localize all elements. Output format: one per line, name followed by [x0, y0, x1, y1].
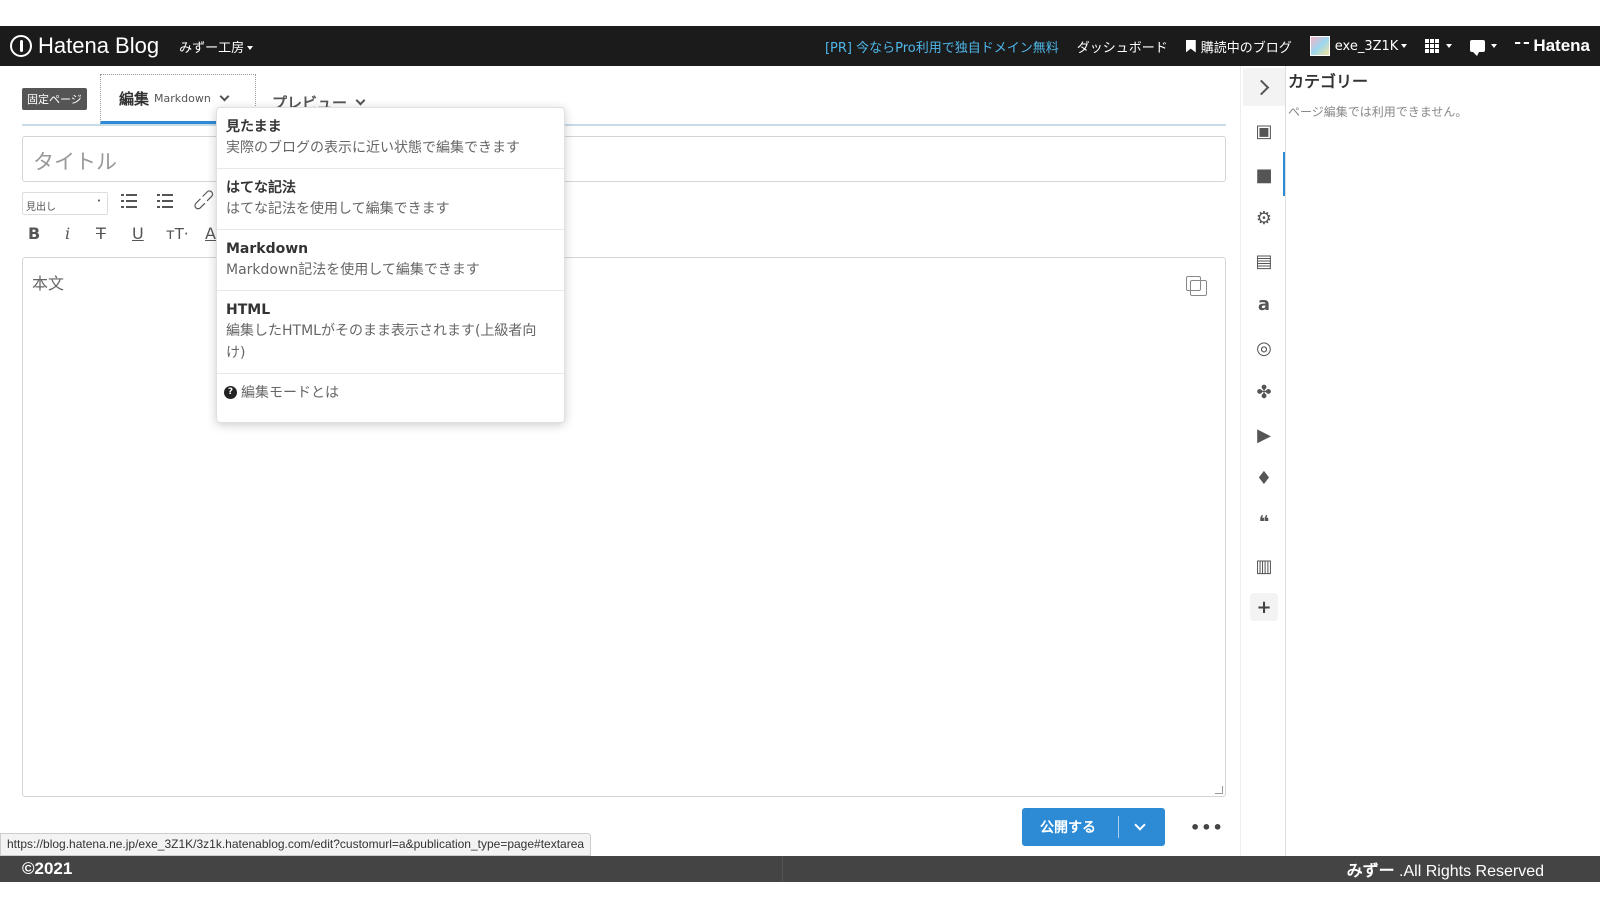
- option-desc: Markdown記法を使用して編集できます: [226, 262, 480, 278]
- twitter-icon[interactable]: ♦: [1253, 467, 1275, 489]
- option-desc: 実際のブログの表示に近い状態で編集できます: [226, 140, 520, 156]
- hatena-brand-link[interactable]: Hatena: [1515, 36, 1590, 56]
- caret-down-icon: [1446, 44, 1453, 48]
- publish-button[interactable]: 公開する: [1022, 808, 1165, 846]
- footer-rights: .All Rights Reserved: [1394, 863, 1544, 880]
- option-desc: 編集したHTMLがそのまま表示されます(上級者向け): [226, 323, 537, 361]
- grid-icon: [1425, 38, 1440, 54]
- side-panel-note: ページ編集では利用できません。: [1288, 105, 1468, 119]
- amazon-icon[interactable]: a: [1253, 293, 1275, 315]
- brand-label: Hatena: [1533, 36, 1590, 55]
- question-icon: ?: [224, 385, 237, 399]
- apps-menu[interactable]: [1425, 38, 1453, 54]
- strikethrough-icon[interactable]: T: [96, 224, 106, 243]
- pinwheel-icon[interactable]: ✤: [1253, 381, 1275, 403]
- editor-area: 固定ページ 編集 Markdown プレビュー タイトル 見出し ⊂⊃ B i …: [0, 66, 1240, 874]
- blog-switcher[interactable]: みずー工房: [179, 37, 254, 56]
- bold-icon[interactable]: B: [28, 224, 40, 243]
- quote-icon[interactable]: ❝: [1253, 511, 1275, 533]
- subscribed-blogs-label: 購読中のブログ: [1200, 40, 1292, 56]
- heading-select[interactable]: 見出し: [22, 192, 108, 215]
- footer-owner: みずー: [1346, 863, 1395, 880]
- page-type-badge: 固定ページ: [22, 88, 87, 110]
- user-menu[interactable]: exe_3Z1K: [1309, 36, 1408, 56]
- edit-mode-dropdown: 見たまま 実際のブログの表示に近い状態で編集できます はてな記法 はてな記法を使…: [216, 107, 565, 423]
- publish-label: 公開する: [1040, 820, 1096, 836]
- underline-icon[interactable]: U: [132, 224, 144, 243]
- youtube-icon[interactable]: ▶: [1253, 424, 1275, 446]
- plus-icon[interactable]: +: [1250, 593, 1278, 621]
- link-icon[interactable]: ⊂⊃: [187, 183, 219, 215]
- clipboard-icon[interactable]: ▥: [1253, 555, 1275, 577]
- side-panel-title: カテゴリー: [1288, 72, 1369, 91]
- edit-mode-option-markdown[interactable]: Markdown Markdown記法を使用して編集できます: [217, 230, 564, 291]
- gear-icon[interactable]: ⚙: [1253, 207, 1275, 229]
- instagram-icon[interactable]: ◎: [1253, 337, 1275, 359]
- chevron-down-icon: [219, 91, 230, 101]
- title-input[interactable]: タイトル: [22, 136, 1226, 182]
- caret-down-icon: [247, 46, 254, 50]
- chat-icon: [1470, 40, 1486, 56]
- chevron-right-icon: [1253, 79, 1270, 95]
- subscribed-blogs-link[interactable]: 購読中のブログ: [1185, 37, 1292, 56]
- global-header: Hatena Blog みずー工房 [PR] 今ならPro利用で独自ドメイン無料…: [0, 26, 1600, 66]
- more-options-button[interactable]: •••: [1190, 818, 1224, 837]
- dashboard-link[interactable]: ダッシュボード: [1077, 37, 1168, 56]
- option-title: Markdown: [226, 241, 309, 257]
- edit-mode-help-link[interactable]: ? 編集モードとは: [217, 374, 564, 410]
- font-size-icon[interactable]: ᴛT·: [166, 225, 189, 243]
- caret-down-icon: [1401, 44, 1408, 48]
- bookmark-icon: [1185, 39, 1196, 53]
- username: exe_3Z1K: [1334, 38, 1399, 54]
- hatena-mark-icon: [1515, 42, 1530, 50]
- italic-icon[interactable]: i: [65, 224, 70, 243]
- copyright: ©2021: [22, 859, 73, 878]
- footer-divider: [782, 856, 783, 882]
- edit-mode-option-wysiwyg[interactable]: 見たまま 実際のブログの表示に近い状態で編集できます: [217, 108, 564, 169]
- blog-name-label: みずー工房: [179, 40, 245, 56]
- text-color-icon[interactable]: A: [205, 224, 216, 243]
- option-title: 見たまま: [226, 119, 282, 135]
- body-placeholder: 本文: [32, 274, 65, 293]
- page-footer: ©2021 みずー .All Rights Reserved: [0, 856, 1600, 882]
- help-label: 編集モードとは: [241, 385, 339, 401]
- option-title: はてな記法: [226, 180, 296, 196]
- option-title: HTML: [226, 302, 271, 318]
- logo-text: Hatena Blog: [38, 33, 160, 58]
- copy-icon[interactable]: [1186, 276, 1207, 296]
- collapse-panel-button[interactable]: [1243, 68, 1285, 106]
- tab-divider: [22, 124, 1226, 126]
- resize-handle[interactable]: [1215, 786, 1223, 794]
- hatena-blog-logo[interactable]: Hatena Blog: [10, 33, 159, 59]
- folder-icon[interactable]: ■: [1253, 164, 1275, 186]
- avatar: [1309, 36, 1330, 56]
- edit-mode-option-hatena[interactable]: はてな記法 はてな記法を使用して編集できます: [217, 169, 564, 230]
- caret-down-icon: [1491, 44, 1498, 48]
- chevron-down-icon: [355, 95, 366, 106]
- photo-icon[interactable]: ▣: [1253, 120, 1275, 142]
- notifications-menu[interactable]: [1470, 40, 1498, 56]
- status-url-bar: https://blog.hatena.ne.jp/exe_3Z1K/3z1k.…: [0, 833, 592, 856]
- edit-mode-label: Markdown: [154, 91, 211, 105]
- document-icon[interactable]: ▤: [1253, 250, 1275, 272]
- rights-text: みずー .All Rights Reserved: [1347, 857, 1544, 881]
- pr-link[interactable]: [PR] 今ならPro利用で独自ドメイン無料: [825, 37, 1059, 56]
- body-textarea[interactable]: 本文: [22, 257, 1226, 797]
- side-panel: カテゴリー ページ編集では利用できません。: [1285, 66, 1600, 856]
- edit-mode-option-html[interactable]: HTML 編集したHTMLがそのまま表示されます(上級者向け): [217, 291, 564, 374]
- bullet-list-icon[interactable]: [121, 194, 137, 208]
- tab-edit-label: 編集: [119, 89, 150, 108]
- numbered-list-icon[interactable]: [157, 194, 173, 208]
- option-desc: はてな記法を使用して編集できます: [226, 201, 450, 217]
- tool-column: ▣ ■ ⚙ ▤ a ◎ ✤ ▶ ♦ ❝ ▥ +: [1240, 66, 1286, 856]
- hatena-logo-icon: [10, 35, 32, 57]
- publish-divider: [1118, 816, 1119, 838]
- chevron-down-icon[interactable]: [1134, 819, 1146, 831]
